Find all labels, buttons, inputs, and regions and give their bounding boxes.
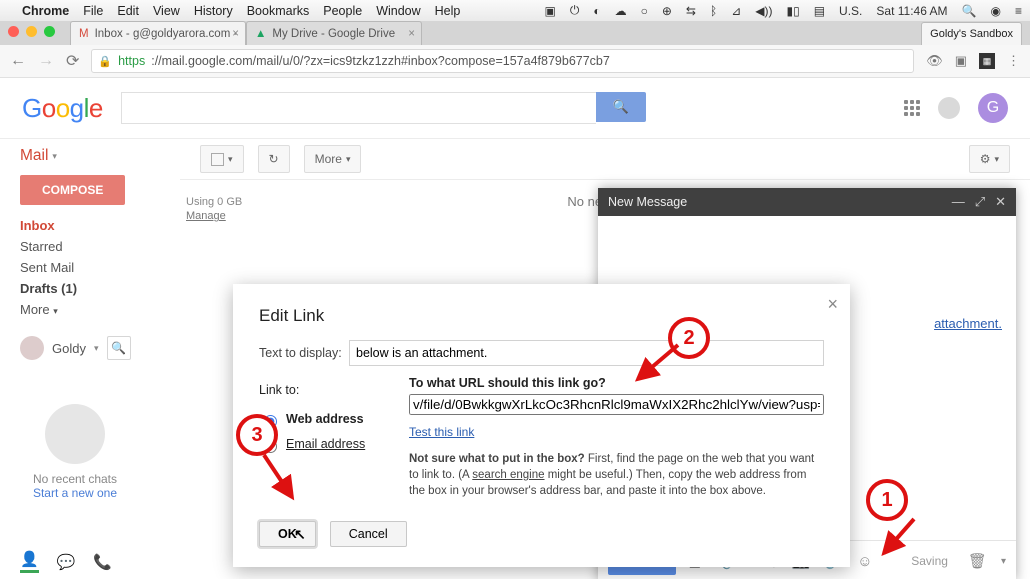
search-button[interactable]: 🔍 [596, 92, 646, 122]
account-avatar[interactable]: G [978, 93, 1008, 123]
extension-icon[interactable]: ▦ [979, 53, 995, 69]
close-tab-icon[interactable]: × [408, 28, 415, 40]
menu-history[interactable]: History [194, 4, 233, 18]
lock-icon: 🔒 [98, 55, 112, 68]
mouse-cursor-icon: ↖ [294, 526, 306, 543]
ok-button[interactable]: OK↖ [259, 521, 316, 547]
radio-web-address[interactable]: Web address [259, 407, 379, 432]
close-dialog-icon[interactable]: × [827, 294, 838, 315]
minimize-window-icon[interactable] [26, 26, 37, 37]
tab-title: My Drive - Google Drive [272, 28, 395, 40]
app-name[interactable]: Chrome [22, 4, 69, 18]
radio-email-address[interactable]: Email address [259, 432, 379, 457]
close-window-icon[interactable] [8, 26, 19, 37]
cancel-button[interactable]: Cancel [330, 521, 407, 547]
text-display-label: Text to display: [259, 346, 349, 360]
annotation-arrow-icon [874, 513, 924, 563]
status-bluetooth-icon[interactable]: ᛒ [710, 4, 717, 18]
google-logo[interactable]: Google [22, 93, 103, 124]
status-volume-icon[interactable]: ◀)) [755, 4, 772, 18]
google-apps-icon[interactable] [904, 100, 920, 116]
modal-overlay: × Edit Link Text to display: Link to: We… [0, 139, 1030, 579]
tab-title: Inbox - g@goldyarora.com - G [95, 28, 237, 40]
profile-badge[interactable]: Goldy's Sandbox [921, 22, 1022, 45]
status-icon[interactable]: ⏻ [570, 3, 580, 18]
url-input[interactable] [409, 394, 824, 415]
menu-file[interactable]: File [83, 4, 103, 18]
drive-favicon-icon: ▲ [255, 28, 266, 40]
search-icon: 🔍 [613, 99, 629, 115]
notification-center-icon[interactable]: ≡ [1015, 4, 1022, 18]
menu-help[interactable]: Help [435, 4, 461, 18]
dialog-title: Edit Link [259, 306, 824, 326]
maximize-window-icon[interactable] [44, 26, 55, 37]
menu-window[interactable]: Window [376, 4, 420, 18]
gmail-favicon-icon: M [79, 28, 89, 40]
search-form: 🔍 [121, 92, 646, 124]
hint-text: Not sure what to put in the box? First, … [409, 451, 824, 499]
status-icon[interactable]: ○ [641, 4, 648, 18]
url-question-label: To what URL should this link go? [409, 376, 824, 390]
address-bar[interactable]: 🔒 https://mail.google.com/mail/u/0/?zx=i… [91, 49, 914, 73]
menu-edit[interactable]: Edit [117, 4, 139, 18]
status-clock[interactable]: Sat 11:46 AM [876, 4, 947, 18]
status-flag-icon[interactable]: ▤ [814, 4, 825, 18]
text-display-input[interactable] [349, 340, 824, 366]
search-input[interactable] [121, 92, 596, 124]
status-icon[interactable]: ◐ [593, 4, 600, 18]
window-controls [8, 26, 55, 37]
status-icon[interactable]: ☁ [615, 4, 627, 18]
reload-icon[interactable]: ⟳ [66, 51, 79, 71]
gmail-header: Google 🔍 G [0, 78, 1030, 139]
search-engine-link[interactable]: search engine [472, 469, 544, 481]
chrome-tab-strip: M Inbox - g@goldyarora.com - G × ▲ My Dr… [0, 21, 1030, 45]
status-wifi-icon[interactable]: ⊿ [731, 4, 741, 18]
status-battery-icon[interactable]: ▮▯ [786, 4, 799, 18]
link-to-label: Link to: [259, 378, 379, 403]
extension-icon[interactable]: 👁 [926, 53, 943, 69]
browser-tab-gmail[interactable]: M Inbox - g@goldyarora.com - G × [70, 21, 246, 45]
close-tab-icon[interactable]: × [232, 28, 239, 40]
menu-people[interactable]: People [323, 4, 362, 18]
status-icon[interactable]: ⇆ [686, 4, 696, 18]
url-scheme: https [118, 54, 145, 68]
menu-bookmarks[interactable]: Bookmarks [247, 4, 310, 18]
menu-view[interactable]: View [153, 4, 180, 18]
status-icon[interactable]: ⊕ [662, 4, 672, 18]
spotlight-icon[interactable]: 🔍 [962, 4, 977, 18]
test-link[interactable]: Test this link [409, 425, 474, 439]
notifications-icon[interactable] [938, 97, 960, 119]
browser-tab-drive[interactable]: ▲ My Drive - Google Drive × [246, 21, 422, 45]
chrome-menu-icon[interactable]: ⋮ [1007, 53, 1020, 69]
status-icon[interactable]: ◉ [991, 4, 1001, 18]
macos-menu-bar: Chrome File Edit View History Bookmarks … [0, 0, 1030, 21]
status-locale[interactable]: U.S. [839, 4, 862, 18]
extension-icon[interactable]: ▣ [955, 53, 967, 69]
annotation-1: 1 [866, 479, 908, 521]
forward-icon[interactable]: → [38, 52, 54, 70]
back-icon[interactable]: ← [10, 52, 26, 70]
chrome-toolbar: ← → ⟳ 🔒 https://mail.google.com/mail/u/0… [0, 45, 1030, 78]
status-icon[interactable]: ▣ [545, 4, 556, 18]
edit-link-dialog: × Edit Link Text to display: Link to: We… [233, 284, 850, 567]
